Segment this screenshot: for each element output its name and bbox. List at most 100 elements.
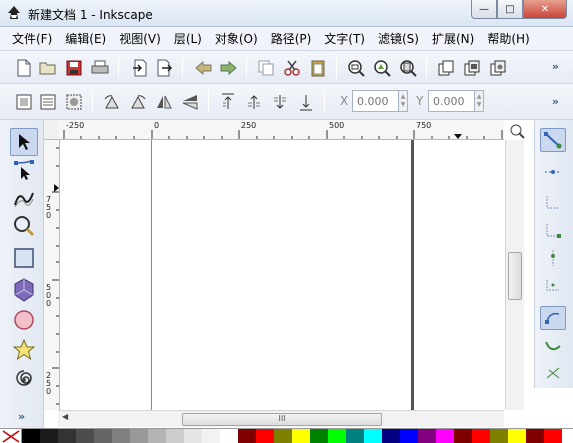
node-tool-icon[interactable] — [10, 156, 38, 184]
color-swatch[interactable] — [58, 429, 76, 443]
menu-path[interactable]: 路径(P) — [271, 30, 312, 47]
document-properties-icon[interactable] — [436, 58, 456, 78]
snap-nodes-icon[interactable] — [540, 306, 566, 330]
color-swatch[interactable] — [256, 429, 274, 443]
tool-controls-overflow-button[interactable]: » — [552, 95, 559, 108]
y-coordinate-input[interactable] — [428, 90, 476, 112]
menu-filters[interactable]: 滤镜(S) — [378, 30, 419, 47]
color-swatch[interactable] — [184, 429, 202, 443]
color-swatch[interactable] — [274, 429, 292, 443]
snap-bbox-corners-icon[interactable] — [540, 218, 566, 242]
menu-edit[interactable]: 编辑(E) — [65, 30, 106, 47]
toolbox-overflow-button[interactable]: » — [18, 410, 25, 423]
color-swatch[interactable] — [76, 429, 94, 443]
color-swatch[interactable] — [418, 429, 436, 443]
x-coordinate-input[interactable] — [352, 90, 400, 112]
menu-extensions[interactable]: 扩展(N) — [432, 30, 474, 47]
redo-icon[interactable] — [218, 58, 238, 78]
maximize-button[interactable]: □ — [497, 0, 523, 19]
color-swatch[interactable] — [94, 429, 112, 443]
rectangle-tool-icon[interactable] — [10, 244, 38, 272]
print-icon[interactable] — [90, 58, 110, 78]
vertical-scrollbar-thumb[interactable] — [508, 252, 522, 300]
horizontal-scrollbar-thumb[interactable]: III — [182, 413, 382, 426]
color-swatch[interactable] — [148, 429, 166, 443]
close-button[interactable]: ✕ — [523, 0, 567, 19]
lower-icon[interactable] — [270, 92, 290, 112]
flip-vertical-icon[interactable] — [180, 92, 200, 112]
color-swatch[interactable] — [328, 429, 346, 443]
color-swatch[interactable] — [310, 429, 328, 443]
y-spinner[interactable]: ▲ ▼ — [474, 90, 484, 112]
undo-icon[interactable] — [194, 58, 214, 78]
vertical-ruler[interactable]: 750 500 250 — [44, 140, 60, 410]
3d-box-tool-icon[interactable] — [10, 276, 38, 304]
color-swatch[interactable] — [400, 429, 418, 443]
invert-selection-icon[interactable] — [64, 92, 84, 112]
no-paint-swatch[interactable] — [0, 429, 22, 443]
color-swatch[interactable] — [22, 429, 40, 443]
snap-intersections-icon[interactable] — [540, 360, 566, 384]
fill-stroke-icon[interactable] — [462, 58, 482, 78]
color-swatch[interactable] — [382, 429, 400, 443]
color-swatch[interactable] — [526, 429, 544, 443]
vertical-scrollbar[interactable] — [505, 140, 524, 410]
menu-help[interactable]: 帮助(H) — [487, 30, 529, 47]
selector-tool-icon[interactable] — [10, 128, 38, 156]
menu-object[interactable]: 对象(O) — [215, 30, 258, 47]
menu-file[interactable]: 文件(F) — [12, 30, 52, 47]
raise-to-top-icon[interactable] — [218, 92, 238, 112]
color-swatch[interactable] — [454, 429, 472, 443]
snap-paths-icon[interactable] — [540, 334, 566, 358]
select-all-layers-icon[interactable] — [38, 92, 58, 112]
color-swatch[interactable] — [346, 429, 364, 443]
drawing-canvas[interactable] — [60, 140, 504, 410]
import-icon[interactable] — [130, 58, 150, 78]
color-swatch[interactable] — [472, 429, 490, 443]
color-swatch[interactable] — [40, 429, 58, 443]
minimize-button[interactable]: — — [471, 0, 497, 19]
zoom-correction-icon[interactable] — [509, 123, 525, 139]
open-folder-icon[interactable] — [38, 58, 58, 78]
color-swatch[interactable] — [364, 429, 382, 443]
ellipse-tool-icon[interactable] — [10, 306, 38, 334]
lower-to-bottom-icon[interactable] — [296, 92, 316, 112]
commands-overflow-button[interactable]: » — [552, 60, 559, 73]
star-tool-icon[interactable] — [10, 336, 38, 364]
new-document-icon[interactable] — [14, 58, 34, 78]
snap-toggle-icon[interactable] — [540, 128, 566, 152]
export-icon[interactable] — [154, 58, 174, 78]
menu-view[interactable]: 视图(V) — [119, 30, 161, 47]
spiral-tool-icon[interactable] — [10, 366, 38, 394]
scroll-left-arrow-icon[interactable]: ◀ — [62, 412, 68, 421]
zoom-page-icon[interactable] — [398, 58, 418, 78]
zoom-tool-icon[interactable] — [10, 212, 38, 240]
color-swatch[interactable] — [112, 429, 130, 443]
preferences-icon[interactable] — [488, 58, 508, 78]
color-swatch[interactable] — [544, 429, 562, 443]
rotate-ccw-icon[interactable] — [102, 92, 122, 112]
zoom-selection-icon[interactable] — [346, 58, 366, 78]
rotate-cw-icon[interactable] — [128, 92, 148, 112]
color-swatch[interactable] — [220, 429, 238, 443]
color-swatch[interactable] — [130, 429, 148, 443]
flip-horizontal-icon[interactable] — [154, 92, 174, 112]
zoom-drawing-icon[interactable] — [372, 58, 392, 78]
snap-centers-icon[interactable] — [540, 272, 566, 296]
menu-layer[interactable]: 层(L) — [174, 30, 202, 47]
horizontal-scrollbar[interactable]: ◀ III — [58, 410, 504, 427]
color-swatch[interactable] — [490, 429, 508, 443]
snap-bbox-edges-icon[interactable] — [540, 190, 566, 214]
duplicate-icon[interactable] — [256, 58, 276, 78]
color-swatch[interactable] — [202, 429, 220, 443]
color-swatch[interactable] — [166, 429, 184, 443]
save-icon[interactable] — [64, 58, 84, 78]
raise-icon[interactable] — [244, 92, 264, 112]
color-swatch[interactable] — [238, 429, 256, 443]
x-spinner[interactable]: ▲ ▼ — [398, 90, 408, 112]
select-all-icon[interactable] — [14, 92, 34, 112]
paste-icon[interactable] — [308, 58, 328, 78]
snap-bbox-icon[interactable] — [540, 160, 566, 184]
color-swatch[interactable] — [292, 429, 310, 443]
color-swatch[interactable] — [436, 429, 454, 443]
